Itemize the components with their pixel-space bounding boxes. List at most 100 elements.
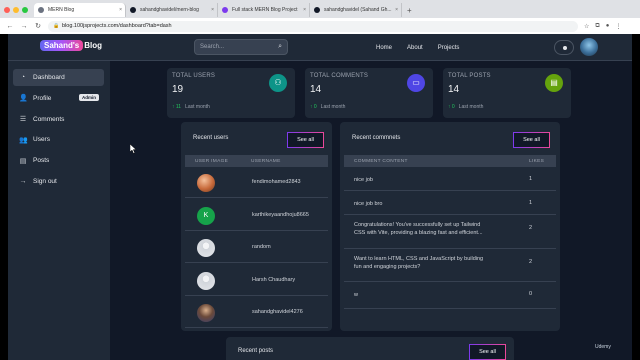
maximize-window-button[interactable]: [22, 7, 28, 13]
nav-home[interactable]: Home: [376, 45, 392, 51]
stat-subtext: ↑ 0 Last month: [310, 104, 345, 110]
see-all-comments-button[interactable]: See all: [513, 132, 550, 148]
browser-tab[interactable]: sahandghavidel/mern-blog ×: [126, 3, 218, 17]
comment-content: Congratulations! You've successfully set…: [354, 221, 504, 237]
table-row: sahandghavidel4276: [185, 297, 328, 328]
forward-icon[interactable]: →: [20, 23, 28, 30]
username: sahandghavidel4276: [252, 309, 303, 315]
sidebar-item-dashboard[interactable]: ◔ Dashboard: [13, 69, 104, 86]
site-logo[interactable]: Sahand's Blog: [40, 40, 102, 51]
comment-likes: 1: [529, 176, 533, 182]
tab-favicon-icon: [222, 7, 228, 13]
sidebar-item-label: Posts: [33, 157, 50, 165]
user-avatar[interactable]: [580, 38, 598, 56]
blog-app: Sahand's Blog Search... ⌕ Home About Pro…: [8, 34, 632, 360]
profile-icon[interactable]: ●: [606, 23, 610, 29]
search-icon[interactable]: ⌕: [278, 40, 282, 54]
reload-icon[interactable]: ↻: [34, 22, 42, 30]
sun-icon: [563, 46, 567, 50]
comment-content: nice job: [354, 176, 504, 184]
comment-likes: 2: [529, 259, 533, 265]
stat-change: ↑ 0: [310, 104, 317, 110]
table-row: fendimohamed2843: [185, 167, 328, 198]
menu-icon[interactable]: ⋮: [615, 23, 621, 30]
recent-posts-panel: Recent posts See all: [226, 337, 514, 360]
comment-likes: 2: [529, 225, 533, 231]
url-field[interactable]: 🔒 blog.100jsprojects.com/dashboard?tab=d…: [48, 20, 578, 32]
sidebar-item-label: Sign out: [33, 178, 57, 185]
col-username: USERNAME: [251, 159, 281, 164]
table-row: nice job 1: [344, 167, 556, 191]
stat-change: ↑ 11: [172, 104, 182, 110]
comment-line: nice job: [354, 177, 373, 183]
comment-likes: 0: [529, 291, 533, 297]
document-icon: ▤: [19, 157, 27, 165]
username: Harsh Chaudhary: [252, 276, 296, 283]
tab-title: sahandghavidel/mern-blog: [140, 7, 199, 13]
see-all-users-button[interactable]: See all: [287, 132, 324, 148]
logo-pill: Sahand's: [40, 40, 84, 51]
col-user-image: USER IMAGE: [195, 159, 229, 164]
comment-icon: ▭: [407, 74, 425, 92]
recent-comments-panel: Recent commnets See all COMMENT CONTENT …: [340, 122, 560, 331]
stat-change: ↑ 0: [448, 104, 455, 110]
theme-toggle-button[interactable]: [554, 40, 574, 55]
comment-line: Want to learn HTML, CSS and JavaScript b…: [354, 256, 484, 262]
new-tab-button[interactable]: +: [407, 6, 412, 15]
window-controls: [4, 7, 28, 13]
recent-comments-title: Recent commnets: [352, 135, 401, 141]
star-icon[interactable]: ☆: [584, 23, 589, 30]
see-all-posts-button[interactable]: See all: [469, 344, 506, 360]
close-window-button[interactable]: [4, 7, 10, 13]
tab-favicon-icon: [130, 7, 136, 13]
url-text: blog.100jsprojects.com/dashboard?tab=das…: [62, 22, 172, 29]
back-icon[interactable]: ←: [6, 23, 14, 30]
nav-about[interactable]: About: [407, 45, 423, 51]
browser-tab[interactable]: Full stack MERN Blog Project ×: [218, 3, 310, 17]
tab-favicon-icon: [38, 7, 44, 13]
sidebar-item-sign-out[interactable]: → Sign out: [13, 173, 104, 190]
browser-chrome: MERN Blog × sahandghavidel/mern-blog × Full …: [0, 0, 640, 34]
sidebar-item-comments[interactable]: ☰ Comments: [13, 111, 104, 128]
tab-close-icon[interactable]: ×: [395, 3, 398, 17]
comment-content: nice job bro: [354, 200, 504, 208]
stat-title: TOTAL POSTS: [448, 73, 491, 79]
sidebar-item-posts[interactable]: ▤ Posts: [13, 152, 104, 169]
tab-close-icon[interactable]: ×: [211, 3, 214, 17]
stat-title: TOTAL USERS: [172, 73, 216, 79]
stat-subtext: ↑ 0 Last month: [448, 104, 483, 110]
admin-badge: Admin: [79, 93, 99, 101]
logo-text: Blog: [84, 41, 103, 50]
users-icon: ⚇: [269, 74, 287, 92]
total-users-card: TOTAL USERS 19 ↑ 11 Last month ⚇: [167, 68, 295, 118]
comment-content: w: [354, 291, 504, 299]
total-comments-card: TOTAL COMMENTS 14 ↑ 0 Last month ▭: [305, 68, 433, 118]
site-header: Sahand's Blog Search... ⌕ Home About Pro…: [8, 34, 632, 61]
username: fendimohamed2843: [252, 179, 301, 185]
tab-close-icon[interactable]: ×: [303, 3, 306, 17]
lock-icon: 🔒: [53, 22, 60, 29]
stat-title: TOTAL COMMENTS: [310, 73, 369, 79]
tab-title: sahandghavidel (Sahand Gh...: [324, 7, 392, 13]
table-row: Harsh Chaudhary: [185, 265, 328, 296]
sidebar-item-label: Dashboard: [33, 74, 65, 81]
minimize-window-button[interactable]: [13, 7, 19, 13]
arrow-right-icon: →: [19, 178, 27, 185]
extensions-icon[interactable]: ⧉: [595, 23, 599, 30]
col-comment-content: COMMENT CONTENT: [354, 159, 408, 164]
comment-content: Want to learn HTML, CSS and JavaScript b…: [354, 255, 504, 271]
tab-title: MERN Blog: [48, 7, 75, 13]
avatar: [197, 271, 215, 290]
sidebar-item-users[interactable]: 👥 Users: [13, 131, 104, 148]
avatar: K: [197, 206, 215, 225]
tab-title: Full stack MERN Blog Project: [232, 7, 298, 13]
nav-projects[interactable]: Projects: [438, 45, 460, 51]
tab-close-icon[interactable]: ×: [119, 3, 122, 17]
sidebar-item-profile[interactable]: 👤 Profile Admin: [13, 90, 104, 107]
browser-tab[interactable]: MERN Blog ×: [34, 3, 126, 17]
user-icon: 👤: [19, 95, 28, 103]
search-input[interactable]: Search... ⌕: [194, 39, 288, 55]
browser-tab[interactable]: sahandghavidel (Sahand Gh... ×: [310, 3, 402, 17]
table-row: Kkarthikeyaandhoju8665: [185, 200, 328, 231]
stat-value: 14: [448, 84, 460, 95]
